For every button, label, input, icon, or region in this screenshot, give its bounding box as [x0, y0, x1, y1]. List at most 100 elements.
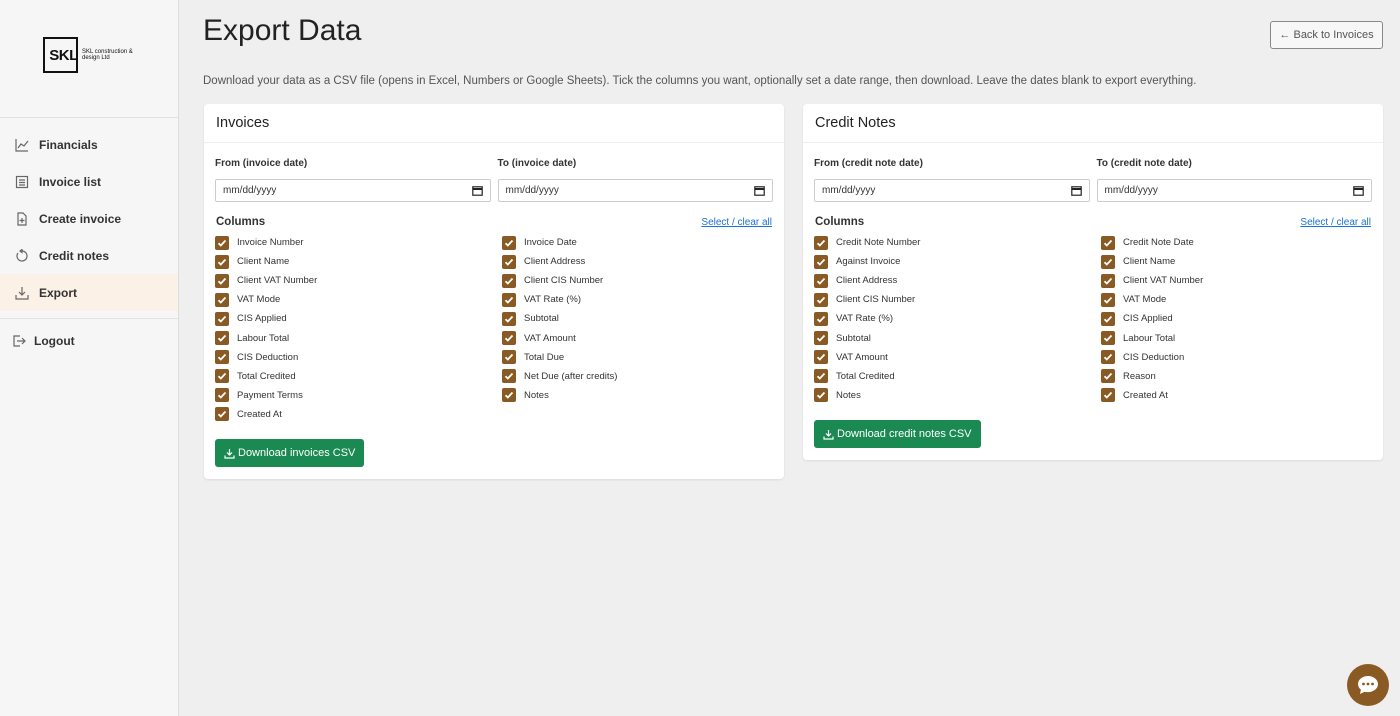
checkbox[interactable]	[1101, 292, 1115, 307]
checkbox[interactable]	[215, 369, 229, 384]
checkbox[interactable]	[814, 292, 828, 307]
column-checkbox-item[interactable]: CIS Deduction	[215, 348, 502, 367]
checkbox[interactable]	[1101, 254, 1115, 269]
checkbox[interactable]	[215, 331, 229, 346]
column-checkbox-item[interactable]: Client CIS Number	[814, 290, 1101, 309]
checkbox[interactable]	[215, 311, 229, 326]
sidebar-item-financials[interactable]: Financials	[0, 126, 178, 163]
column-checkbox-item[interactable]: Credit Note Date	[1101, 233, 1371, 252]
from-date-input[interactable]: mm/dd/yyyy	[215, 179, 491, 202]
column-checkbox-item[interactable]: Client Address	[502, 252, 772, 271]
from-date-input[interactable]: mm/dd/yyyy	[814, 179, 1090, 202]
checkbox[interactable]	[502, 254, 516, 269]
checkbox[interactable]	[1101, 331, 1115, 346]
checkbox-label: CIS Applied	[1123, 313, 1173, 325]
column-checkbox-item[interactable]: Invoice Date	[502, 233, 772, 252]
logout-button[interactable]: Logout	[0, 322, 178, 359]
sidebar-item-credit-notes[interactable]: Credit notes	[0, 237, 178, 274]
checkbox[interactable]	[814, 235, 828, 250]
column-checkbox-item[interactable]: Client Address	[814, 271, 1101, 290]
column-checkbox-item[interactable]: Reason	[1101, 367, 1371, 386]
column-checkbox-item[interactable]: Client VAT Number	[1101, 271, 1371, 290]
to-date-input[interactable]: mm/dd/yyyy	[1096, 179, 1372, 202]
checkbox-label: Client VAT Number	[237, 275, 318, 287]
column-checkbox-item[interactable]: Created At	[215, 405, 502, 424]
checkbox[interactable]	[502, 350, 516, 365]
checkbox[interactable]	[215, 292, 229, 307]
checkbox[interactable]	[215, 235, 229, 250]
select-clear-all-link[interactable]: Select / clear all	[701, 217, 772, 228]
checkbox[interactable]	[1101, 369, 1115, 384]
calendar-icon[interactable]	[1353, 185, 1364, 196]
sidebar-item-create-invoice[interactable]: Create invoice	[0, 200, 178, 237]
chat-button[interactable]	[1347, 664, 1389, 706]
checkbox[interactable]	[215, 350, 229, 365]
checkbox[interactable]	[502, 292, 516, 307]
column-checkbox-item[interactable]: Subtotal	[502, 309, 772, 328]
checkbox[interactable]	[502, 331, 516, 346]
column-checkbox-item[interactable]: CIS Applied	[215, 309, 502, 328]
checkbox-label: CIS Applied	[237, 313, 287, 325]
column-checkbox-item[interactable]: Labour Total	[1101, 328, 1371, 347]
checkbox[interactable]	[814, 311, 828, 326]
column-checkbox-item[interactable]: VAT Mode	[215, 290, 502, 309]
checkbox[interactable]	[814, 331, 828, 346]
column-checkbox-item[interactable]: Client VAT Number	[215, 271, 502, 290]
checkmark-icon	[504, 239, 514, 247]
checkbox[interactable]	[814, 350, 828, 365]
to-date-input[interactable]: mm/dd/yyyy	[497, 179, 773, 202]
column-checkbox-item[interactable]: Credit Note Number	[814, 233, 1101, 252]
checkbox[interactable]	[814, 388, 828, 403]
column-checkbox-item[interactable]: Total Credited	[814, 367, 1101, 386]
checkbox[interactable]	[215, 273, 229, 288]
column-checkbox-item[interactable]: VAT Amount	[814, 348, 1101, 367]
checkbox[interactable]	[1101, 388, 1115, 403]
column-checkbox-item[interactable]: Subtotal	[814, 328, 1101, 347]
column-checkbox-item[interactable]: Client CIS Number	[502, 271, 772, 290]
column-checkbox-item[interactable]: CIS Applied	[1101, 309, 1371, 328]
column-checkbox-item[interactable]: CIS Deduction	[1101, 348, 1371, 367]
column-checkbox-item[interactable]: VAT Rate (%)	[814, 309, 1101, 328]
column-checkbox-item[interactable]: VAT Rate (%)	[502, 290, 772, 309]
checkbox-label: Client VAT Number	[1123, 275, 1204, 287]
sidebar-item-export[interactable]: Export	[0, 274, 178, 311]
column-checkbox-item[interactable]: Net Due (after credits)	[502, 367, 772, 386]
checkbox[interactable]	[1101, 273, 1115, 288]
checkbox[interactable]	[502, 388, 516, 403]
sidebar-item-invoice-list[interactable]: Invoice list	[0, 163, 178, 200]
checkbox[interactable]	[1101, 235, 1115, 250]
calendar-icon[interactable]	[1070, 185, 1082, 196]
column-checkbox-item[interactable]: Total Credited	[215, 367, 502, 386]
column-checkbox-item[interactable]: Payment Terms	[215, 386, 502, 405]
checkbox[interactable]	[502, 369, 516, 384]
column-checkbox-item[interactable]: Against Invoice	[814, 252, 1101, 271]
column-checkbox-item[interactable]: VAT Amount	[502, 328, 772, 347]
column-checkbox-item[interactable]: Invoice Number	[215, 233, 502, 252]
column-checkbox-item[interactable]: Created At	[1101, 386, 1371, 405]
checkbox[interactable]	[502, 235, 516, 250]
checkbox[interactable]	[215, 407, 229, 422]
select-clear-all-link[interactable]: Select / clear all	[1300, 217, 1371, 228]
company-logo[interactable]: SKL SKL construction & design Ltd	[43, 37, 142, 73]
column-checkbox-item[interactable]: VAT Mode	[1101, 290, 1371, 309]
checkbox[interactable]	[814, 369, 828, 384]
download-credit-notes-button[interactable]: Download credit notes CSV	[814, 420, 981, 448]
checkbox[interactable]	[814, 254, 828, 269]
checkbox[interactable]	[502, 273, 516, 288]
column-checkbox-item[interactable]: Notes	[502, 386, 772, 405]
checkbox[interactable]	[215, 254, 229, 269]
column-checkbox-item[interactable]: Client Name	[1101, 252, 1371, 271]
checkbox[interactable]	[1101, 311, 1115, 326]
column-checkbox-item[interactable]: Notes	[814, 386, 1101, 405]
column-checkbox-item[interactable]: Labour Total	[215, 328, 502, 347]
column-checkbox-item[interactable]: Client Name	[215, 252, 502, 271]
checkbox[interactable]	[215, 388, 229, 403]
checkbox[interactable]	[814, 273, 828, 288]
back-to-invoices-button[interactable]: ← Back to Invoices	[1270, 21, 1383, 49]
checkbox[interactable]	[1101, 350, 1115, 365]
calendar-icon[interactable]	[754, 185, 765, 196]
column-checkbox-item[interactable]: Total Due	[502, 348, 772, 367]
download-invoices-button[interactable]: Download invoices CSV	[215, 439, 365, 467]
calendar-icon[interactable]	[471, 185, 483, 196]
checkbox[interactable]	[502, 311, 516, 326]
